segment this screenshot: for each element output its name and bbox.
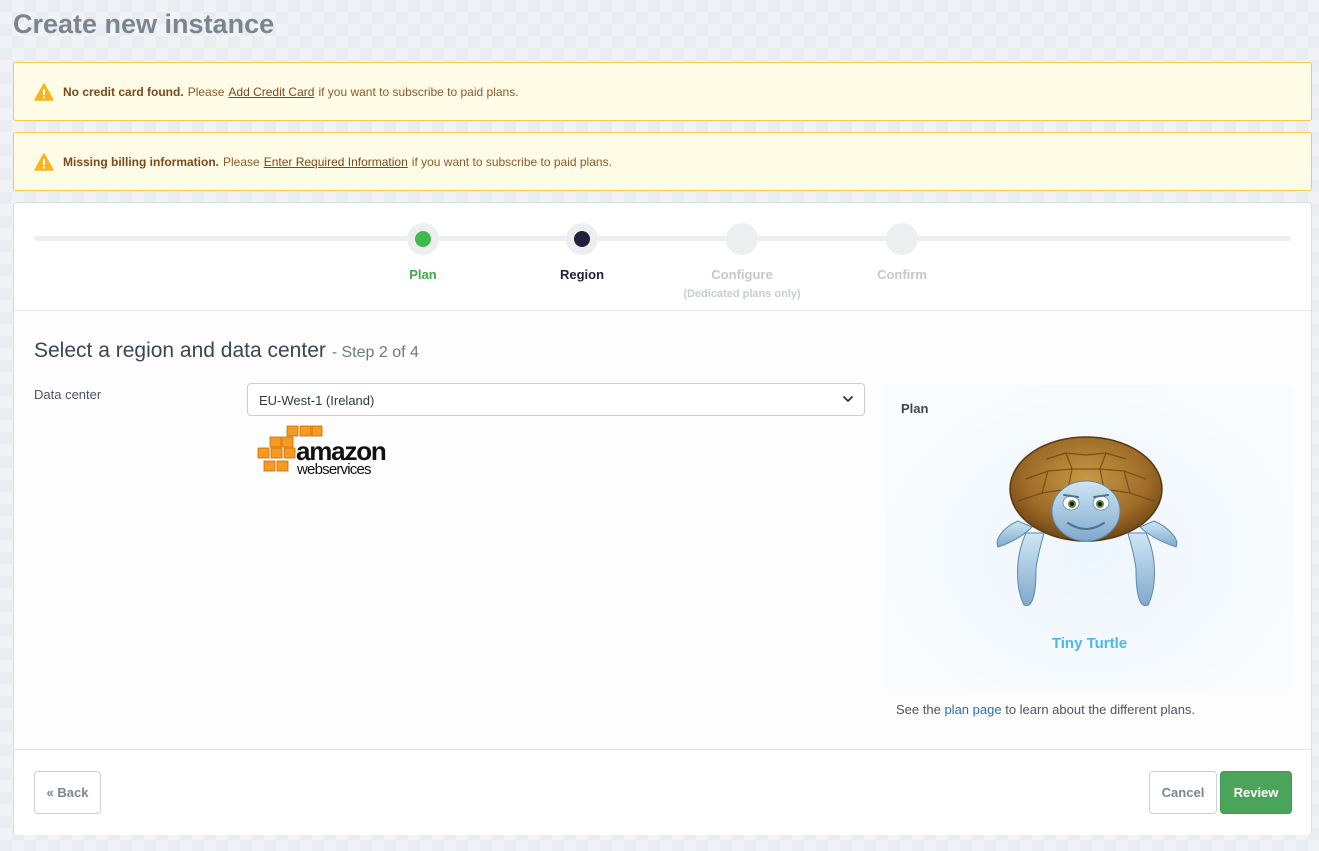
enter-required-information-link[interactable]: Enter Required Information <box>264 155 408 169</box>
step-label: Confirm <box>877 267 927 282</box>
plan-page-link[interactable]: plan page <box>944 702 1001 717</box>
plan-note-suffix: to learn about the different plans. <box>1005 702 1196 717</box>
wizard-footer: « Back Cancel Review <box>14 749 1311 835</box>
data-center-select[interactable]: EU-West-1 (Ireland) <box>247 383 865 416</box>
section-title-text: Select a region and data center <box>34 339 326 362</box>
step-label: Region <box>559 267 605 282</box>
step-count: - Step 2 of 4 <box>331 344 419 361</box>
step-complete-dot <box>415 231 431 247</box>
plan-note-prefix: See the <box>896 702 941 717</box>
section-title: Select a region and data center - Step 2… <box>34 339 419 363</box>
data-center-value: EU-West-1 (Ireland) <box>259 393 375 408</box>
back-button[interactable]: « Back <box>34 771 101 814</box>
wizard-step-plan[interactable]: Plan <box>343 223 503 282</box>
step-label: Configure <box>711 267 773 282</box>
wizard-step-configure: Configure (Dedicated plans only) <box>662 223 822 300</box>
alert-title: No credit card found. <box>63 84 184 99</box>
step-pending-dot <box>894 231 910 247</box>
chevron-down-icon <box>842 395 854 403</box>
plan-name: Tiny Turtle <box>1051 635 1128 652</box>
plan-label: Plan <box>901 401 929 416</box>
plan-panel: Plan Tiny Turtle <box>886 385 1293 690</box>
wizard-step-confirm: Confirm <box>822 223 982 282</box>
page-title: Create new instance <box>13 9 275 39</box>
warning-triangle-icon <box>34 152 54 171</box>
alert-missing-billing: Missing billing information. Please Ente… <box>13 132 1312 191</box>
turtle-mascot-icon <box>996 436 1178 606</box>
alert-text: Please <box>187 84 225 99</box>
data-center-label: Data center <box>34 387 102 402</box>
warning-triangle-icon <box>34 82 54 101</box>
step-active-dot <box>574 231 590 247</box>
step-pending-dot <box>734 231 750 247</box>
amazon-web-services-logo: amazon webservices <box>257 425 387 477</box>
plan-note: See the plan page to learn about the dif… <box>896 702 1195 717</box>
review-button[interactable]: Review <box>1220 771 1292 814</box>
step-sublabel: (Dedicated plans only) <box>683 288 801 300</box>
step-label: Plan <box>409 267 437 282</box>
alert-text: if you want to subscribe to paid plans. <box>318 84 519 99</box>
wizard-step-region: Region <box>502 223 662 282</box>
wizard-progress: Plan Region Configure (Dedicated plans o… <box>14 203 1311 311</box>
alert-no-credit-card: No credit card found. Please Add Credit … <box>13 62 1312 121</box>
cancel-button[interactable]: Cancel <box>1149 771 1217 814</box>
alert-text: if you want to subscribe to paid plans. <box>411 154 612 169</box>
alert-text: Please <box>223 154 260 169</box>
aws-logo-line2: webservices <box>296 461 371 477</box>
alert-title: Missing billing information. <box>63 154 219 169</box>
create-instance-card: Plan Region Configure (Dedicated plans o… <box>13 202 1312 835</box>
add-credit-card-link[interactable]: Add Credit Card <box>228 85 314 99</box>
